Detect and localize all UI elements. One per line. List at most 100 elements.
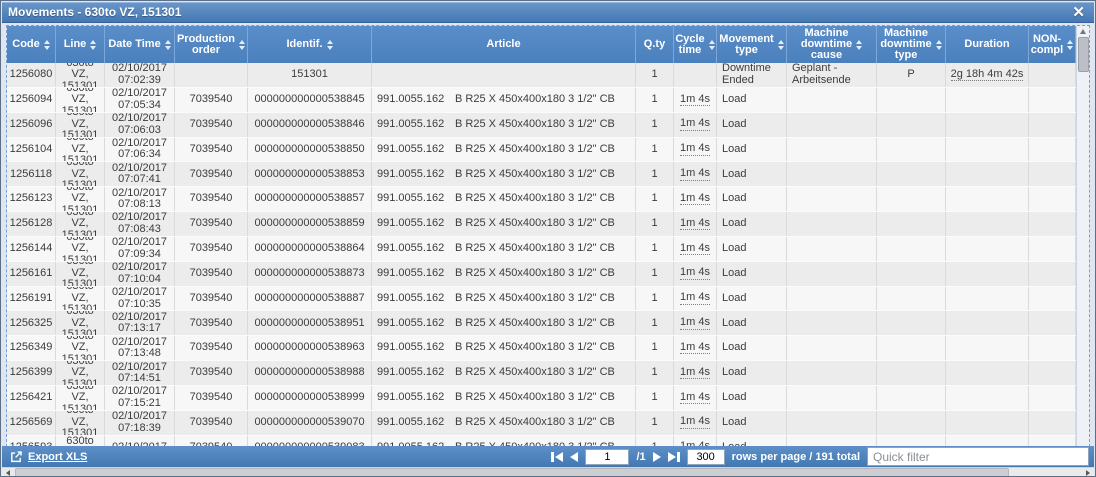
cell-datetime: 02/10/201707:18:39 [105, 411, 175, 435]
table-row[interactable]: 1256191630to VZ,15130102/10/201707:10:35… [7, 287, 1076, 312]
close-icon[interactable]: ✕ [1069, 5, 1088, 20]
column-header-code[interactable]: Code [7, 26, 56, 63]
column-header-date-time[interactable]: Date Time [105, 26, 175, 63]
cell-cycle-time: 1m 4s [674, 237, 717, 261]
cell-code: 1256569 [7, 411, 56, 435]
table-row[interactable]: 1256104630to VZ,15130102/10/201707:06:34… [7, 138, 1076, 163]
scroll-up-icon[interactable] [1080, 29, 1086, 34]
cell-movement-type: Load [717, 436, 787, 446]
horizontal-scrollbar[interactable] [2, 467, 1094, 477]
table-row[interactable]: 1256080630to VZ,15130102/10/201707:02:39… [7, 63, 1076, 88]
article-description: B R25 X 450x400x180 3 1/2" CB [455, 169, 633, 181]
horizontal-scrollbar-thumb[interactable] [15, 468, 1009, 477]
cell-movement-type: Load [717, 336, 787, 360]
table-row[interactable]: 1256144630to VZ,15130102/10/201707:09:34… [7, 237, 1076, 262]
column-header-duration: Duration [946, 26, 1029, 63]
cell-qty: 1 [636, 411, 674, 435]
scroll-right-icon[interactable] [1086, 470, 1090, 476]
prev-page-button[interactable] [570, 452, 578, 462]
cell-identif: 151301 [248, 63, 372, 87]
table-body: 1256080630to VZ,15130102/10/201707:02:39… [7, 63, 1076, 446]
cell-qty: 1 [636, 311, 674, 335]
table-row[interactable]: 1256421630to VZ,15130102/10/201707:15:21… [7, 386, 1076, 411]
cycle-time-value: 1m 4s [680, 193, 710, 206]
cycle-time-value: 1m 4s [680, 367, 710, 380]
table-row[interactable]: 1256094630to VZ,15130102/10/201707:05:34… [7, 88, 1076, 113]
cell-code: 1256349 [7, 336, 56, 360]
cell-duration [946, 88, 1029, 112]
export-xls-button[interactable]: Export XLS [9, 450, 87, 464]
cell-movement-type: Downtime Ended [717, 63, 787, 87]
column-header-machinedowntimecause[interactable]: Machinedowntimecause [787, 26, 877, 63]
cell-cycle-time: 1m 4s [674, 361, 717, 385]
next-page-button[interactable] [653, 452, 661, 462]
column-header-identif.[interactable]: Identif. [248, 26, 372, 63]
cell-downtime-cause [787, 336, 877, 360]
cell-datetime: 02/10/2017 [105, 436, 175, 446]
cell-datetime: 02/10/201707:13:17 [105, 311, 175, 335]
cell-datetime: 02/10/201707:07:41 [105, 162, 175, 186]
cell-article: 991.0055.162B R25 X 450x400x180 3 1/2" C… [372, 88, 636, 112]
table-row[interactable]: 1256325630to VZ,15130102/10/201707:13:17… [7, 311, 1076, 336]
vertical-scrollbar[interactable] [1076, 26, 1089, 446]
cycle-time-value: 1m 4s [680, 267, 710, 280]
cell-identif: 000000000000538999 [248, 386, 372, 410]
cell-duration [946, 287, 1029, 311]
cell-identif: 000000000000538873 [248, 262, 372, 286]
table-row[interactable]: 1256399630to VZ,15130102/10/201707:14:51… [7, 361, 1076, 386]
cell-production-order: 7039540 [175, 212, 248, 236]
cell-duration [946, 311, 1029, 335]
quick-filter-input[interactable] [867, 447, 1089, 466]
article-code: 991.0055.162 [377, 94, 455, 106]
sort-icon [239, 40, 245, 50]
cell-production-order: 7039540 [175, 287, 248, 311]
last-page-button[interactable] [668, 452, 680, 462]
column-header-label: Cycletime [675, 34, 704, 56]
table-row[interactable]: 1256161630to VZ,15130102/10/201707:10:04… [7, 262, 1076, 287]
cell-downtime-type [877, 336, 946, 360]
cell-downtime-cause [787, 212, 877, 236]
table-row[interactable]: 1256349630to VZ,15130102/10/201707:13:48… [7, 336, 1076, 361]
vertical-scrollbar-thumb[interactable] [1078, 37, 1089, 72]
table-row[interactable]: 1256128630to VZ,15130102/10/201707:08:43… [7, 212, 1076, 237]
cell-qty: 1 [636, 287, 674, 311]
cell-code: 1256094 [7, 88, 56, 112]
column-header-movementtype[interactable]: Movementtype [717, 26, 787, 63]
cell-duration [946, 336, 1029, 360]
column-header-cycletime[interactable]: Cycletime [674, 26, 717, 63]
cell-downtime-type [877, 113, 946, 137]
cell-production-order: 7039540 [175, 361, 248, 385]
cell-code: 1256123 [7, 187, 56, 211]
cell-code: 1256421 [7, 386, 56, 410]
cell-non-compl [1029, 187, 1076, 211]
scroll-left-icon[interactable] [6, 470, 10, 476]
page-number-input[interactable] [585, 449, 629, 465]
article-code: 991.0055.162 [377, 243, 455, 255]
table-row[interactable]: 1256569630to VZ,15130102/10/201707:18:39… [7, 411, 1076, 436]
table-row[interactable]: 1256123630to VZ,15130102/10/201707:08:13… [7, 187, 1076, 212]
cell-downtime-type [877, 138, 946, 162]
cell-line: 630to VZ,151301 [56, 187, 105, 211]
cell-production-order [175, 63, 248, 87]
column-header-line[interactable]: Line [56, 26, 105, 63]
cell-non-compl [1029, 88, 1076, 112]
column-header-productionorder[interactable]: Productionorder [175, 26, 248, 63]
cell-article: 991.0055.162B R25 X 450x400x180 3 1/2" C… [372, 212, 636, 236]
column-header-label: Machinedowntimecause [801, 28, 852, 61]
cell-downtime-cause [787, 311, 877, 335]
window-title: Movements - 630to VZ, 151301 [8, 5, 1069, 19]
column-header-non-compl[interactable]: NON-compl [1029, 26, 1076, 63]
table-row[interactable]: 1256118630to VZ,15130102/10/201707:07:41… [7, 162, 1076, 187]
sort-icon [327, 40, 333, 50]
cell-downtime-cause [787, 237, 877, 261]
cell-duration [946, 212, 1029, 236]
cell-identif: 000000000000538864 [248, 237, 372, 261]
first-page-button[interactable] [551, 452, 563, 462]
cell-cycle-time: 1m 4s [674, 386, 717, 410]
rows-per-page-input[interactable] [687, 449, 725, 465]
table-row[interactable]: 1256096630to VZ,15130102/10/201707:06:03… [7, 113, 1076, 138]
table-row[interactable]: 1256593630to VZ,02/10/201770395400000000… [7, 436, 1076, 446]
cell-cycle-time [674, 63, 717, 87]
cell-datetime: 02/10/201707:06:03 [105, 113, 175, 137]
column-header-machinedowntimetype[interactable]: Machinedowntimetype [877, 26, 946, 63]
